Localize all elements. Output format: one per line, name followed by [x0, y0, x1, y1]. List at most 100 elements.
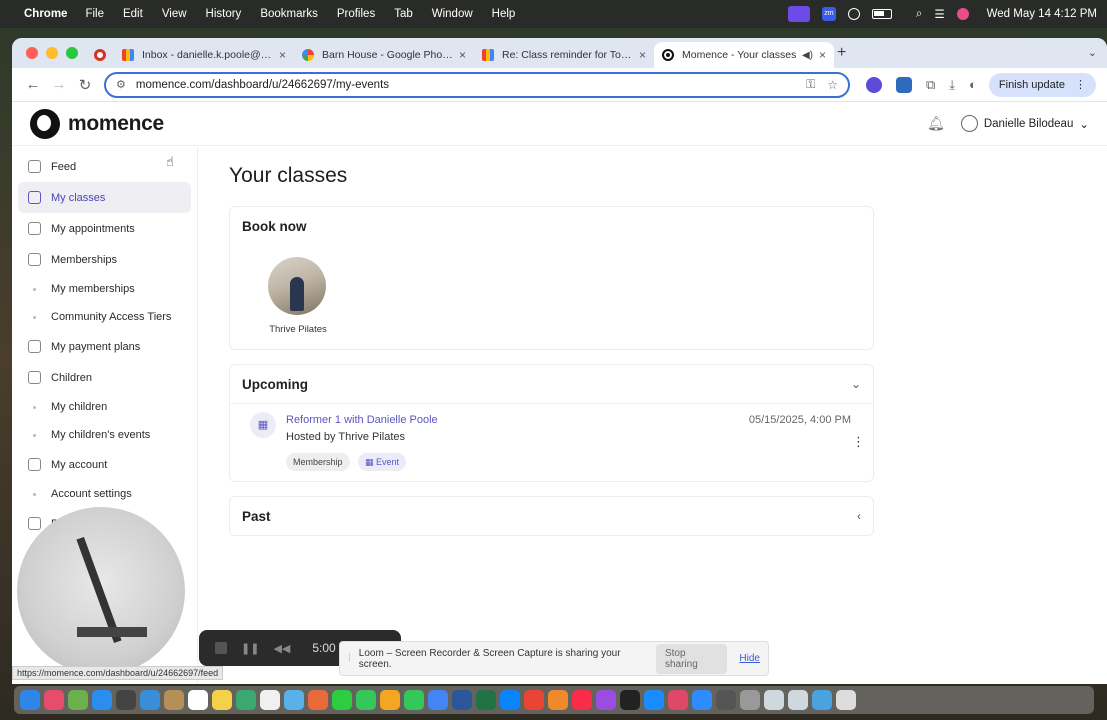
- spotlight-search-icon[interactable]: ⌕: [916, 8, 922, 21]
- control-center-icon[interactable]: ☰: [934, 7, 944, 21]
- app-icon[interactable]: [668, 690, 688, 710]
- siri-icon[interactable]: [956, 8, 969, 20]
- restart-icon[interactable]: ◀◀: [273, 642, 290, 655]
- profile-icon[interactable]: ◐: [969, 77, 977, 92]
- tab-gmail-reminder[interactable]: Re: Class reminder for Tower ×: [474, 42, 654, 68]
- sidebar-item-memberships[interactable]: Memberships: [12, 244, 197, 275]
- new-tab-button[interactable]: +: [837, 44, 846, 62]
- password-key-icon[interactable]: ⚿: [806, 77, 815, 92]
- appstore-icon[interactable]: [500, 690, 520, 710]
- menu-profiles[interactable]: Profiles: [337, 8, 375, 20]
- close-tab-icon[interactable]: ×: [459, 48, 466, 62]
- minimize-window-button[interactable]: [46, 47, 58, 59]
- tab-google-photos[interactable]: Barn House - Google Photos ×: [294, 42, 474, 68]
- close-window-button[interactable]: [26, 47, 38, 59]
- sidebar-item-my-classes[interactable]: My classes: [18, 182, 191, 213]
- sidebar-item-community-access-tiers[interactable]: Community Access Tiers: [12, 303, 197, 331]
- screen-record-icon[interactable]: [787, 6, 810, 22]
- battery-icon[interactable]: [871, 9, 892, 19]
- finder-icon[interactable]: [20, 690, 40, 710]
- app-icon[interactable]: [116, 690, 136, 710]
- menu-help[interactable]: Help: [492, 8, 516, 20]
- calendar-icon[interactable]: [188, 690, 208, 710]
- user-menu[interactable]: Danielle Bilodeau ⌄: [960, 115, 1089, 132]
- menu-history[interactable]: History: [206, 8, 242, 20]
- drag-handle-icon[interactable]: ⁞: [348, 653, 351, 664]
- tv-icon[interactable]: [620, 690, 640, 710]
- hide-link[interactable]: Hide: [739, 653, 760, 664]
- trash-icon[interactable]: [836, 690, 856, 710]
- forward-button[interactable]: →: [46, 76, 72, 93]
- event-more-menu-icon[interactable]: ⋮: [852, 434, 865, 450]
- sidebar-item-my-account[interactable]: My account: [12, 449, 197, 480]
- podcasts-icon[interactable]: [596, 690, 616, 710]
- tab-momence[interactable]: Momence - Your classes ◀) ×: [654, 42, 834, 68]
- tab-search-chevron-icon[interactable]: ⌄: [1088, 46, 1097, 59]
- pages-icon[interactable]: [380, 690, 400, 710]
- studio-tile-thrive-pilates[interactable]: Thrive Pilates: [268, 257, 328, 335]
- mail-icon[interactable]: [140, 690, 160, 710]
- focus-icon[interactable]: [847, 8, 860, 20]
- numbers-icon[interactable]: [404, 690, 424, 710]
- notes-icon[interactable]: [212, 690, 232, 710]
- momence-logo-icon[interactable]: [30, 108, 60, 139]
- extension-icon[interactable]: [896, 76, 912, 93]
- maps-icon[interactable]: [284, 690, 304, 710]
- close-tab-icon[interactable]: ×: [279, 48, 286, 62]
- address-bar[interactable]: ⚙ momence.com/dashboard/u/24662697/my-ev…: [104, 71, 850, 98]
- back-button[interactable]: ←: [20, 76, 46, 93]
- menu-view[interactable]: View: [162, 8, 187, 20]
- xcode-icon[interactable]: [644, 690, 664, 710]
- sidebar-item-my-children[interactable]: My children: [12, 393, 197, 421]
- chevron-left-icon[interactable]: ‹: [857, 509, 861, 523]
- books-icon[interactable]: [548, 690, 568, 710]
- upcoming-header[interactable]: Upcoming ⌄: [230, 365, 873, 403]
- extension-icon[interactable]: [866, 76, 882, 93]
- safari-icon[interactable]: [92, 690, 112, 710]
- contacts-icon[interactable]: [164, 690, 184, 710]
- momence-logo-text[interactable]: momence: [68, 112, 164, 136]
- messages-icon[interactable]: [356, 690, 376, 710]
- speaker-icon[interactable]: ◀): [802, 50, 813, 61]
- address-url[interactable]: momence.com/dashboard/u/24662697/my-even…: [136, 79, 794, 91]
- sidebar-item-account-settings[interactable]: Account settings: [12, 480, 197, 508]
- chevron-down-icon[interactable]: ⌄: [851, 377, 861, 391]
- finish-update-button[interactable]: Finish update ⋮: [988, 72, 1096, 97]
- folder-icon[interactable]: [764, 690, 784, 710]
- site-info-icon[interactable]: ⚙: [116, 78, 126, 91]
- folder-icon[interactable]: [788, 690, 808, 710]
- zoom-icon[interactable]: [692, 690, 712, 710]
- past-header[interactable]: Past ‹: [230, 497, 873, 535]
- music-icon[interactable]: [572, 690, 592, 710]
- zoom-icon[interactable]: zm: [821, 7, 836, 21]
- menu-edit[interactable]: Edit: [123, 8, 143, 20]
- menu-tab[interactable]: Tab: [394, 8, 413, 20]
- event-row[interactable]: ▦ Reformer 1 with Danielle Poole Hosted …: [230, 403, 873, 481]
- launchpad-icon[interactable]: [44, 690, 64, 710]
- reload-button[interactable]: ↻: [72, 76, 98, 94]
- tab-pinned-recorder[interactable]: [86, 42, 114, 68]
- facetime-icon[interactable]: [332, 690, 352, 710]
- app-icon[interactable]: [812, 690, 832, 710]
- menu-window[interactable]: Window: [432, 8, 473, 20]
- freeform-icon[interactable]: [236, 690, 256, 710]
- zoom-window-button[interactable]: [66, 47, 78, 59]
- menu-bookmarks[interactable]: Bookmarks: [260, 8, 318, 20]
- sidebar-item-children[interactable]: Children: [12, 362, 197, 393]
- notifications-bell-icon[interactable]: 🔔︎: [927, 115, 945, 132]
- sidebar-item-my-childrens-events[interactable]: My children's events: [12, 421, 197, 449]
- word-icon[interactable]: [452, 690, 472, 710]
- app-icon[interactable]: [68, 690, 88, 710]
- stop-sharing-button[interactable]: Stop sharing: [655, 643, 728, 674]
- photos-icon[interactable]: [308, 690, 328, 710]
- menubar-app-name[interactable]: Chrome: [24, 8, 67, 20]
- pause-icon[interactable]: ❚❚: [241, 642, 259, 655]
- chrome-icon[interactable]: [428, 690, 448, 710]
- excel-icon[interactable]: [476, 690, 496, 710]
- sidebar-item-my-memberships[interactable]: My memberships: [12, 275, 197, 303]
- menu-file[interactable]: File: [85, 8, 104, 20]
- extensions-puzzle-icon[interactable]: ⧉: [926, 77, 935, 93]
- bookmark-star-icon[interactable]: ☆: [827, 78, 838, 92]
- settings-icon[interactable]: [716, 690, 736, 710]
- event-title-link[interactable]: Reformer 1 with Danielle Poole: [286, 414, 438, 426]
